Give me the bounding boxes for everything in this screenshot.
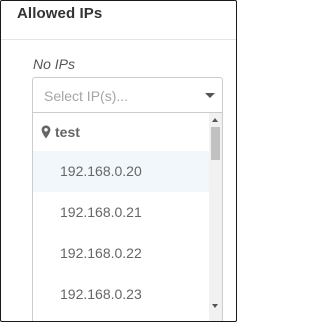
ip-select[interactable]: Select IP(s)...	[32, 77, 223, 113]
chevron-down-icon[interactable]	[205, 93, 215, 98]
dropdown-option[interactable]: 192.168.0.23	[33, 274, 211, 315]
map-pin-icon	[41, 125, 51, 139]
dropdown-scrollbar[interactable]	[209, 113, 222, 321]
dropdown-option[interactable]: 192.168.0.20	[33, 151, 211, 192]
dropdown-option-label: 192.168.0.23	[60, 286, 142, 302]
scroll-up-arrow-icon[interactable]	[212, 118, 218, 122]
option-group-label: test	[55, 124, 80, 140]
dropdown-option[interactable]: 192.168.0.22	[33, 233, 211, 274]
allowed-ips-panel: Allowed IPs No IPs Select IP(s)... test …	[0, 0, 237, 322]
dropdown-option-label: 192.168.0.21	[60, 204, 142, 220]
ip-dropdown-list: test 192.168.0.20 192.168.0.21 192.168.0…	[32, 113, 223, 321]
option-group-header: test	[33, 113, 211, 151]
dropdown-option-label: 192.168.0.22	[60, 245, 142, 261]
scroll-down-arrow-icon[interactable]	[212, 304, 218, 308]
dropdown-option-label: 192.168.0.20	[60, 163, 142, 179]
ip-select-placeholder: Select IP(s)...	[44, 88, 129, 104]
empty-state-label: No IPs	[33, 56, 76, 72]
scrollbar-thumb[interactable]	[211, 127, 220, 160]
panel-header: Allowed IPs	[1, 1, 236, 40]
dropdown-option[interactable]: 192.168.0.21	[33, 192, 211, 233]
panel-title: Allowed IPs	[17, 5, 103, 22]
